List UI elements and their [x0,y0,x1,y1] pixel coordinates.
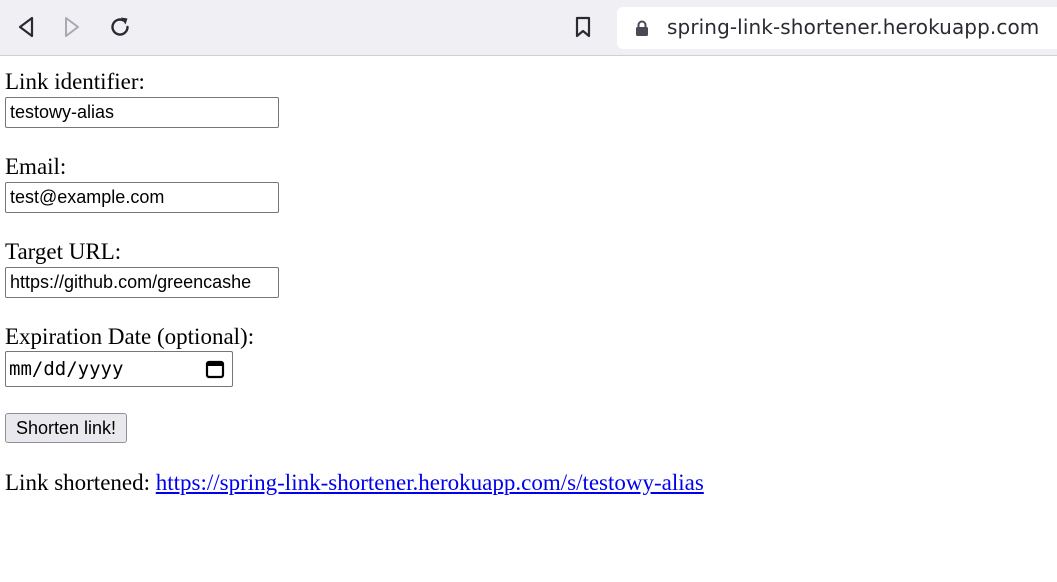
shortened-link[interactable]: https://spring-link-shortener.herokuapp.… [156,470,704,495]
bookmark-icon [575,16,591,38]
reload-button[interactable] [106,12,134,42]
bookmark-button[interactable] [569,12,597,42]
page-content: Link identifier: testowy-alias Email: te… [0,57,1057,582]
link-identifier-label: Link identifier: [5,69,145,94]
email-label: Email: [5,154,67,179]
reload-icon [111,17,129,36]
link-identifier-input[interactable]: testowy-alias [5,97,279,128]
email-input[interactable]: test@example.com [5,182,279,213]
expiration-date-placeholder: mm/dd/yyyy [9,358,124,380]
expiration-date-label: Expiration Date (optional): [5,324,255,349]
lock-icon [636,20,648,36]
forward-button[interactable] [58,12,86,42]
result-prefix: Link shortened: [5,470,156,495]
back-arrow-icon [18,16,34,38]
address-bar-url: spring-link-shortener.herokuapp.com [667,15,1040,39]
forward-arrow-icon [65,17,79,37]
browser-toolbar: spring-link-shortener.herokuapp.com [0,0,1057,56]
calendar-icon[interactable] [205,359,225,379]
shorten-link-button[interactable]: Shorten link! [5,413,128,443]
target-url-input[interactable]: https://github.com/greencashe [5,267,279,298]
back-button[interactable] [12,12,40,42]
expiration-date-input[interactable]: mm/dd/yyyy [5,351,233,387]
target-url-label: Target URL: [5,239,122,264]
address-bar[interactable]: spring-link-shortener.herokuapp.com [617,7,1057,49]
result-message: Link shortened: https://spring-link-shor… [5,470,704,496]
